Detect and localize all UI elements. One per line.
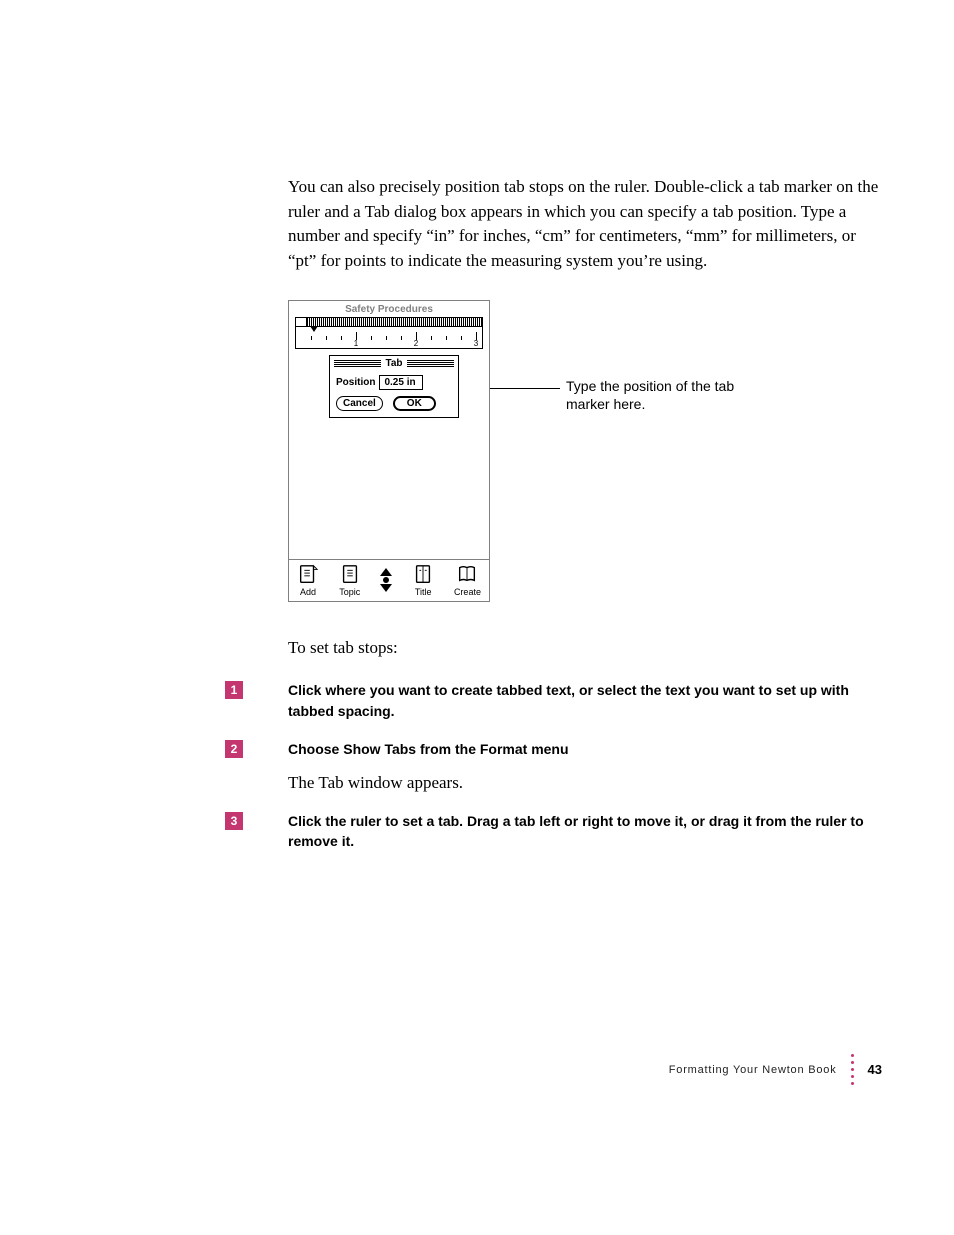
dialog-title: Tab bbox=[381, 358, 406, 369]
footer-dots-icon bbox=[851, 1054, 854, 1085]
cancel-button[interactable]: Cancel bbox=[336, 396, 383, 411]
callout-text: Type the position of the tab marker here… bbox=[566, 377, 736, 413]
toolbar-create[interactable]: Create bbox=[454, 563, 481, 597]
step-1-text: Click where you want to create tabbed te… bbox=[288, 680, 878, 721]
page-footer: Formatting Your Newton Book 43 bbox=[669, 1054, 882, 1085]
step-number-badge: 2 bbox=[225, 740, 243, 758]
step-3: 3 Click the ruler to set a tab. Drag a t… bbox=[225, 811, 879, 852]
step-3-text: Click the ruler to set a tab. Drag a tab… bbox=[288, 811, 878, 852]
figure-row: Safety Procedures 1 2 bbox=[288, 300, 879, 602]
toolbar-topic[interactable]: Topic bbox=[339, 563, 361, 597]
to-set-intro: To set tab stops: bbox=[288, 636, 879, 661]
intro-paragraph: You can also precisely position tab stop… bbox=[288, 175, 879, 274]
chevron-down-icon bbox=[380, 584, 392, 592]
step-2-text: Choose Show Tabs from the Format menu bbox=[288, 739, 569, 759]
add-page-icon bbox=[297, 563, 319, 585]
footer-chapter-title: Formatting Your Newton Book bbox=[669, 1064, 837, 1076]
window-title: Safety Procedures bbox=[289, 301, 489, 317]
footer-page-number: 43 bbox=[868, 1062, 882, 1077]
toolbar-add-label: Add bbox=[300, 587, 316, 597]
ruler-num-1: 1 bbox=[354, 339, 358, 348]
step-1: 1 Click where you want to create tabbed … bbox=[225, 680, 879, 721]
ruler: 1 2 3 bbox=[295, 327, 483, 349]
dot-icon bbox=[383, 577, 389, 583]
toolbar-title-label: Title bbox=[415, 587, 432, 597]
create-book-icon bbox=[456, 563, 478, 585]
newton-screenshot: Safety Procedures 1 2 bbox=[288, 300, 490, 602]
tab-dialog: Tab Position 0.25 in Cancel OK bbox=[329, 355, 459, 418]
ok-button[interactable]: OK bbox=[393, 396, 436, 411]
ruler-num-2: 2 bbox=[414, 339, 418, 348]
step-2-after: The Tab window appears. bbox=[288, 773, 569, 793]
position-label: Position bbox=[336, 377, 375, 388]
toolbar-title[interactable]: Title bbox=[412, 563, 434, 597]
toolbar-create-label: Create bbox=[454, 587, 481, 597]
tab-marker-icon bbox=[310, 326, 318, 332]
chevron-up-icon bbox=[380, 568, 392, 576]
position-input[interactable]: 0.25 in bbox=[379, 375, 423, 390]
toolbar-add[interactable]: Add bbox=[297, 563, 319, 597]
step-2: 2 Choose Show Tabs from the Format menu … bbox=[225, 739, 879, 793]
ruler-num-3: 3 bbox=[474, 339, 478, 348]
step-number-badge: 3 bbox=[225, 812, 243, 830]
toolbar: Add Topic Title Create bbox=[289, 559, 489, 601]
scroll-box-icon bbox=[295, 317, 307, 327]
topic-page-icon bbox=[339, 563, 361, 585]
title-book-icon bbox=[412, 563, 434, 585]
toolbar-topic-label: Topic bbox=[339, 587, 360, 597]
callout-leader-line bbox=[490, 388, 560, 389]
ruler-hatch-icon bbox=[307, 317, 483, 327]
toolbar-nav[interactable] bbox=[380, 563, 392, 597]
step-number-badge: 1 bbox=[225, 681, 243, 699]
